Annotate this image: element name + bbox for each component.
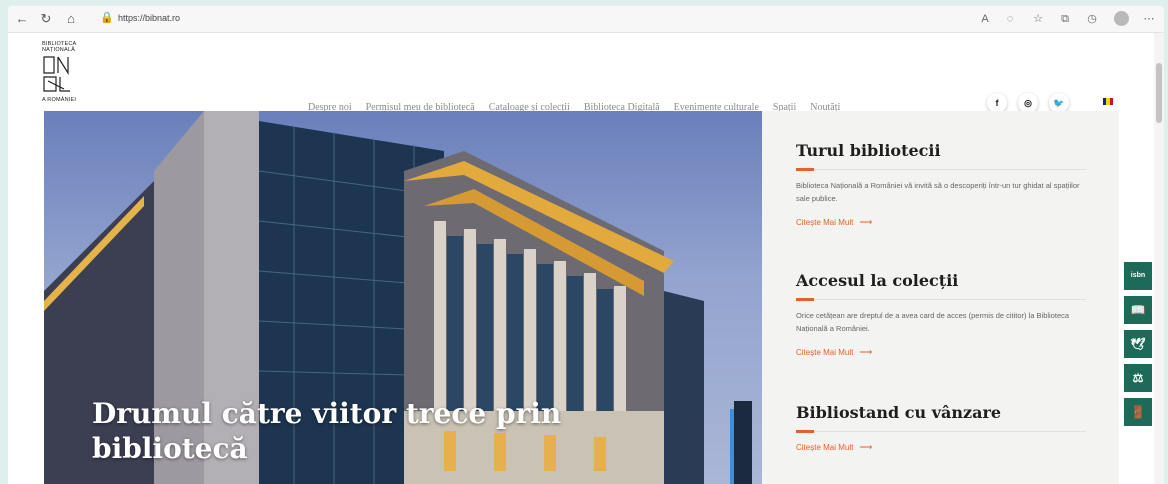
- card-divider: [796, 298, 1086, 301]
- card-bibliostand: Bibliostand cu vânzare Citește Mai Mult ⟶: [796, 403, 1086, 455]
- refresh-icon[interactable]: ↻: [38, 11, 54, 27]
- card-divider: [796, 430, 1086, 433]
- card-description: Orice cetățean are dreptul de a avea car…: [796, 311, 1070, 333]
- card-title[interactable]: Accesul la colecții: [796, 271, 1086, 290]
- book-icon[interactable]: 📖: [1124, 296, 1152, 324]
- door-icon[interactable]: 🚪: [1124, 398, 1152, 426]
- browser-toolbar: ← ↻ ⌂ 🔒 https://bibnat.ro A ◌ ☆ ⧉ ◷ ⋯: [8, 6, 1164, 33]
- card-description: Biblioteca Națională a României vă invit…: [796, 181, 1080, 203]
- logo-line: A ROMÂNIEI: [42, 97, 77, 103]
- history-icon[interactable]: ◷: [1085, 12, 1099, 26]
- favorites-star-icon[interactable]: ☆: [1031, 12, 1045, 26]
- info-panel: Turul bibliotecii Biblioteca Națională a…: [762, 111, 1119, 484]
- romanian-flag-icon[interactable]: [1103, 98, 1113, 105]
- instagram-icon[interactable]: ◎: [1018, 93, 1038, 113]
- card-accesul-la-colectii: Accesul la colecții Orice cetățean are d…: [796, 271, 1086, 360]
- collections-icon[interactable]: ⧉: [1058, 12, 1072, 26]
- read-more-link[interactable]: Citește Mai Mult ⟶: [796, 442, 872, 453]
- back-icon[interactable]: ←: [14, 11, 30, 27]
- browser-window: ← ↻ ⌂ 🔒 https://bibnat.ro A ◌ ☆ ⧉ ◷ ⋯ BI…: [8, 6, 1164, 484]
- read-more-link[interactable]: Citește Mai Mult ⟶: [796, 347, 872, 358]
- isbn-icon[interactable]: isbn: [1124, 262, 1152, 290]
- site-header: BIBLIOTECA NAȚIONALĂ A ROMÂNIEI Despre n…: [8, 33, 1154, 117]
- read-more-label: Citește Mai Mult: [796, 443, 854, 452]
- read-more-link[interactable]: Citește Mai Mult ⟶: [796, 217, 872, 228]
- extension-icon[interactable]: ◌: [1003, 12, 1017, 26]
- arrow-right-icon: ⟶: [859, 442, 873, 452]
- card-turul-bibliotecii: Turul bibliotecii Biblioteca Națională a…: [796, 141, 1086, 230]
- profile-avatar[interactable]: [1114, 11, 1129, 26]
- logo-mark-icon: [43, 56, 70, 92]
- address-bar[interactable]: 🔒 https://bibnat.ro: [96, 9, 956, 29]
- more-menu-icon[interactable]: ⋯: [1142, 12, 1156, 26]
- url-text: https://bibnat.ro: [118, 13, 181, 23]
- read-more-label: Citește Mai Mult: [796, 218, 854, 227]
- card-title[interactable]: Bibliostand cu vânzare: [796, 403, 1086, 422]
- hero-title: Drumul către viitor trece prin bibliotec…: [92, 397, 562, 465]
- lock-icon: 🔒: [100, 12, 114, 24]
- page-scrollbar[interactable]: [1154, 33, 1164, 484]
- home-icon[interactable]: ⌂: [63, 11, 79, 27]
- card-title[interactable]: Turul bibliotecii: [796, 141, 1086, 160]
- read-more-label: Citește Mai Mult: [796, 348, 854, 357]
- arrow-right-icon: ⟶: [859, 217, 873, 227]
- floating-widgets: isbn 📖 🕊 ⚖ 🚪: [1124, 262, 1154, 426]
- website-content: BIBLIOTECA NAȚIONALĂ A ROMÂNIEI Despre n…: [8, 33, 1154, 484]
- twitter-icon[interactable]: 🐦: [1049, 93, 1069, 113]
- hero-banner[interactable]: Drumul către viitor trece prin bibliotec…: [44, 111, 762, 484]
- scales-icon[interactable]: ⚖: [1124, 364, 1152, 392]
- scrollbar-thumb[interactable]: [1156, 63, 1162, 123]
- library-logo[interactable]: BIBLIOTECA NAȚIONALĂ A ROMÂNIEI: [42, 41, 90, 105]
- card-divider: [796, 168, 1086, 171]
- arrow-right-icon: ⟶: [859, 347, 873, 357]
- facebook-icon[interactable]: f: [987, 93, 1007, 113]
- read-aloud-icon[interactable]: A: [978, 12, 992, 26]
- bird-icon[interactable]: 🕊: [1124, 330, 1152, 358]
- logo-line: NAȚIONALĂ: [42, 47, 75, 53]
